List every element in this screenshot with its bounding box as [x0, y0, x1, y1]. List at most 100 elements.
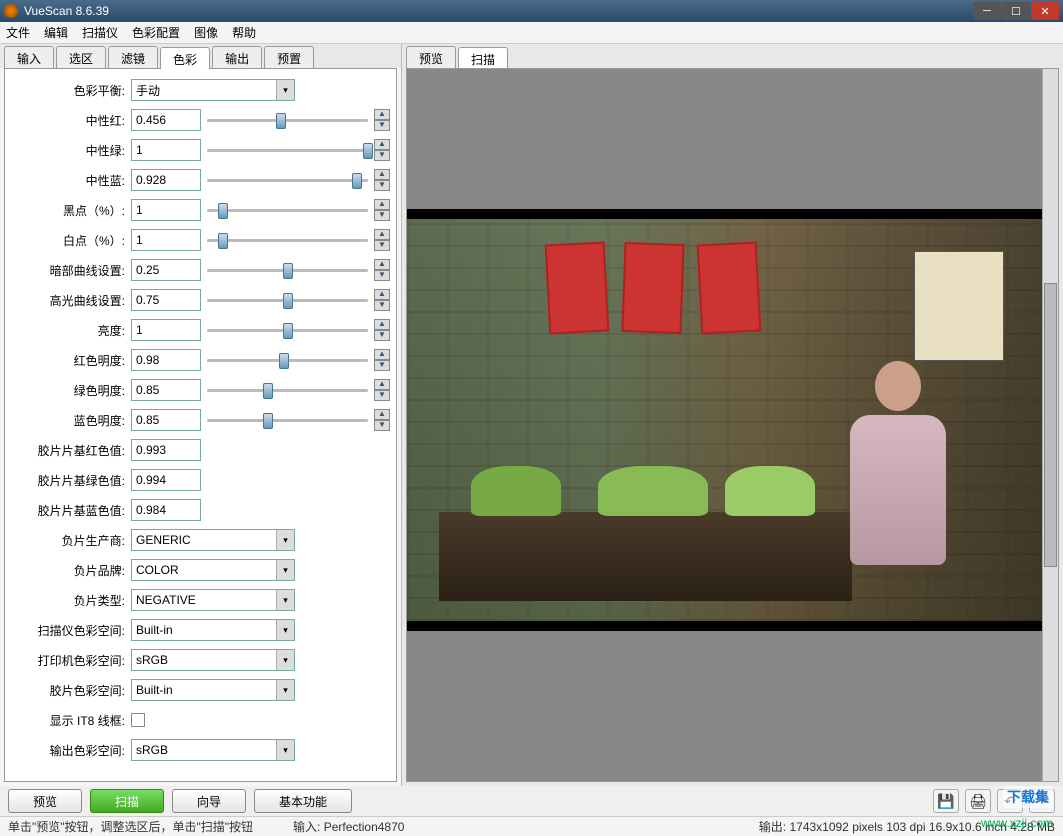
value-input[interactable] [131, 199, 201, 221]
tab-扫描[interactable]: 扫描 [458, 47, 508, 69]
spin-down-icon[interactable]: ▼ [374, 240, 390, 251]
field-label: 红色明度: [11, 352, 131, 369]
spin-up-icon[interactable]: ▲ [374, 319, 390, 330]
spin-up-icon[interactable]: ▲ [374, 349, 390, 360]
scan-button[interactable]: 扫描 [90, 789, 164, 813]
slider[interactable] [207, 261, 368, 279]
spin-down-icon[interactable]: ▼ [374, 420, 390, 431]
menu-item[interactable]: 扫描仪 [82, 24, 118, 41]
spin-down-icon[interactable]: ▼ [374, 360, 390, 371]
value-input[interactable] [131, 319, 201, 341]
dropdown[interactable] [131, 649, 295, 671]
value-input[interactable] [131, 289, 201, 311]
dropdown[interactable] [131, 529, 295, 551]
guide-button[interactable]: 向导 [172, 789, 246, 813]
value-input[interactable] [131, 169, 201, 191]
value-input[interactable] [131, 379, 201, 401]
spin-up-icon[interactable]: ▲ [374, 139, 390, 150]
spin-down-icon[interactable]: ▼ [374, 120, 390, 131]
slider[interactable] [207, 141, 368, 159]
slider[interactable] [207, 291, 368, 309]
tab-选区[interactable]: 选区 [56, 46, 106, 68]
chevron-down-icon[interactable]: ▾ [276, 590, 294, 610]
chevron-down-icon[interactable]: ▾ [276, 560, 294, 580]
value-input[interactable] [131, 439, 201, 461]
slider[interactable] [207, 411, 368, 429]
menu-item[interactable]: 图像 [194, 24, 218, 41]
value-input[interactable] [131, 109, 201, 131]
field-label: 打印机色彩空间: [11, 652, 131, 669]
slider[interactable] [207, 321, 368, 339]
settings-scroll[interactable]: 色彩平衡:▾中性红:▲▼中性绿:▲▼中性蓝:▲▼黑点（%）:▲▼白点（%）:▲▼… [5, 69, 396, 781]
tab-预置[interactable]: 预置 [264, 46, 314, 68]
chevron-down-icon[interactable]: ▾ [276, 530, 294, 550]
spin-up-icon[interactable]: ▲ [374, 259, 390, 270]
value-input[interactable] [131, 409, 201, 431]
slider[interactable] [207, 171, 368, 189]
spin-up-icon[interactable]: ▲ [374, 199, 390, 210]
chevron-down-icon[interactable]: ▾ [276, 740, 294, 760]
vertical-scrollbar[interactable] [1042, 69, 1058, 781]
minimize-button[interactable]: ─ [973, 2, 1001, 20]
slider[interactable] [207, 201, 368, 219]
save-icon[interactable]: 💾 [933, 789, 959, 813]
print-icon[interactable]: 🖨 [965, 789, 991, 813]
field-label: 暗部曲线设置: [11, 262, 131, 279]
chevron-down-icon[interactable]: ▾ [276, 620, 294, 640]
dropdown[interactable] [131, 619, 295, 641]
field-label: 绿色明度: [11, 382, 131, 399]
slider[interactable] [207, 351, 368, 369]
color-balance-select[interactable] [131, 79, 295, 101]
tab-预览[interactable]: 预览 [406, 46, 456, 68]
dropdown[interactable] [131, 679, 295, 701]
spin-up-icon[interactable]: ▲ [374, 109, 390, 120]
spin-down-icon[interactable]: ▼ [374, 390, 390, 401]
tab-色彩[interactable]: 色彩 [160, 47, 210, 69]
value-input[interactable] [131, 469, 201, 491]
watermark-url: www.xzji.com [981, 816, 1053, 830]
spin-down-icon[interactable]: ▼ [374, 180, 390, 191]
scanned-image [407, 219, 1042, 621]
field-label: 中性蓝: [11, 172, 131, 189]
maximize-button[interactable]: ☐ [1002, 2, 1030, 20]
slider[interactable] [207, 231, 368, 249]
value-input[interactable] [131, 229, 201, 251]
tab-输入[interactable]: 输入 [4, 46, 54, 68]
field-label: 负片品牌: [11, 562, 131, 579]
value-input[interactable] [131, 349, 201, 371]
spin-down-icon[interactable]: ▼ [374, 330, 390, 341]
dropdown[interactable] [131, 559, 295, 581]
watermark: 下载集 [1003, 786, 1053, 808]
close-button[interactable]: ✕ [1031, 2, 1059, 20]
chevron-down-icon[interactable]: ▾ [276, 680, 294, 700]
spin-up-icon[interactable]: ▲ [374, 289, 390, 300]
tab-滤镜[interactable]: 滤镜 [108, 46, 158, 68]
chevron-down-icon[interactable]: ▾ [276, 80, 294, 100]
menu-item[interactable]: 色彩配置 [132, 24, 180, 41]
value-input[interactable] [131, 499, 201, 521]
it8-checkbox[interactable] [131, 713, 145, 727]
spin-up-icon[interactable]: ▲ [374, 169, 390, 180]
spin-up-icon[interactable]: ▲ [374, 379, 390, 390]
spin-down-icon[interactable]: ▼ [374, 210, 390, 221]
basic-button[interactable]: 基本功能 [254, 789, 352, 813]
value-input[interactable] [131, 259, 201, 281]
chevron-down-icon[interactable]: ▾ [276, 650, 294, 670]
preview-button[interactable]: 预览 [8, 789, 82, 813]
dropdown[interactable] [131, 589, 295, 611]
dropdown[interactable] [131, 739, 295, 761]
spin-down-icon[interactable]: ▼ [374, 150, 390, 161]
field-label: 输出色彩空间: [11, 742, 131, 759]
menu-item[interactable]: 编辑 [44, 24, 68, 41]
spin-up-icon[interactable]: ▲ [374, 409, 390, 420]
slider[interactable] [207, 381, 368, 399]
menu-item[interactable]: 文件 [6, 24, 30, 41]
tab-输出[interactable]: 输出 [212, 46, 262, 68]
slider[interactable] [207, 111, 368, 129]
value-input[interactable] [131, 139, 201, 161]
menu-item[interactable]: 帮助 [232, 24, 256, 41]
spin-down-icon[interactable]: ▼ [374, 300, 390, 311]
preview-area [406, 68, 1059, 782]
spin-up-icon[interactable]: ▲ [374, 229, 390, 240]
spin-down-icon[interactable]: ▼ [374, 270, 390, 281]
